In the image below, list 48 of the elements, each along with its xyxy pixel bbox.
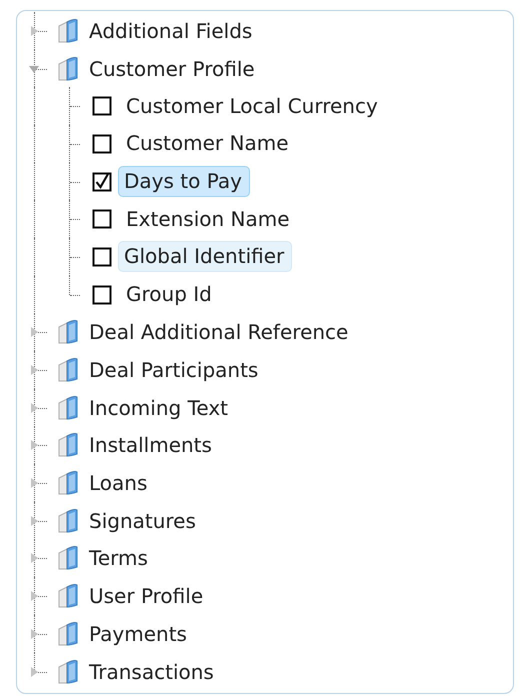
- expand-icon[interactable]: [29, 26, 39, 36]
- tree-node[interactable]: Deal Additional Reference: [89, 320, 348, 344]
- checkbox[interactable]: [92, 209, 112, 230]
- expand-icon[interactable]: [29, 628, 39, 639]
- tree-leaf[interactable]: Group Id: [120, 279, 220, 310]
- expand-icon[interactable]: [29, 365, 39, 376]
- folder-icon: [57, 583, 79, 610]
- folder-icon: [57, 470, 79, 496]
- tree-node[interactable]: Additional Fields: [89, 18, 252, 43]
- tree-node[interactable]: Transactions: [89, 660, 214, 684]
- tree-node[interactable]: Terms: [89, 546, 148, 570]
- expand-icon[interactable]: [29, 591, 39, 602]
- folder-icon: [57, 357, 79, 384]
- tree-node[interactable]: Deal Participants: [89, 358, 258, 382]
- checkbox[interactable]: [92, 134, 112, 154]
- tree-node[interactable]: Customer Profile: [89, 56, 255, 81]
- folder-icon: [57, 56, 79, 82]
- tree-leaf[interactable]: Days to Pay: [118, 166, 250, 198]
- tree-node[interactable]: Signatures: [89, 508, 196, 533]
- expand-icon[interactable]: [29, 440, 39, 450]
- tree-node[interactable]: Installments: [89, 433, 212, 458]
- checkbox[interactable]: [92, 284, 112, 305]
- expand-icon[interactable]: [29, 516, 39, 526]
- tree-node[interactable]: Incoming Text: [89, 396, 228, 420]
- tree-node[interactable]: Loans: [89, 471, 148, 496]
- tree-leaf[interactable]: Customer Local Currency: [120, 90, 386, 122]
- expand-icon[interactable]: [29, 553, 39, 564]
- checkbox[interactable]: [92, 246, 112, 267]
- folder-icon: [57, 394, 79, 421]
- folder-icon: [57, 319, 79, 346]
- expand-icon[interactable]: [29, 327, 39, 338]
- folder-icon: [57, 658, 79, 685]
- expand-icon[interactable]: [29, 666, 39, 677]
- tree-node[interactable]: User Profile: [89, 584, 204, 608]
- folder-icon: [57, 545, 79, 572]
- tree-leaf[interactable]: Global Identifier: [118, 241, 292, 272]
- collapse-icon[interactable]: [29, 64, 39, 74]
- folder-icon: [57, 620, 79, 647]
- tree-leaf[interactable]: Customer Name: [120, 128, 297, 160]
- folder-icon: [57, 508, 79, 534]
- checkbox[interactable]: [92, 172, 112, 192]
- folder-icon: [57, 432, 79, 458]
- checkbox[interactable]: [92, 96, 112, 116]
- tree-node[interactable]: Payments: [89, 622, 187, 646]
- expand-icon[interactable]: [29, 478, 39, 488]
- folder-icon: [57, 18, 79, 44]
- tree-leaf[interactable]: Extension Name: [120, 204, 298, 235]
- expand-icon[interactable]: [29, 402, 39, 413]
